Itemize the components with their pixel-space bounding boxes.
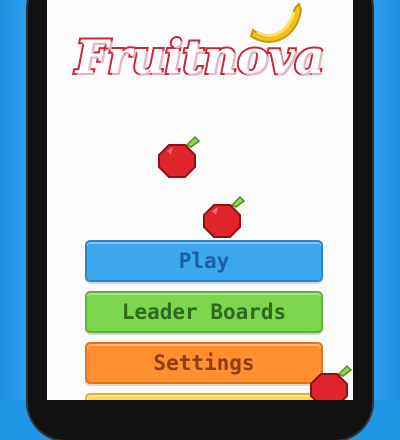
play-button[interactable]: Play [85,240,323,282]
apple-icon [158,135,201,178]
leaderboards-button[interactable]: Leader Boards [85,291,323,333]
apple-icon [310,364,353,400]
menu-button-partial[interactable] [85,393,323,400]
apple-icon [203,195,246,238]
game-title-logo: Fruitnova [74,28,327,86]
settings-button[interactable]: Settings [85,342,323,384]
game-screen: Fruitnova Play Leader Boards Settings [47,0,353,400]
